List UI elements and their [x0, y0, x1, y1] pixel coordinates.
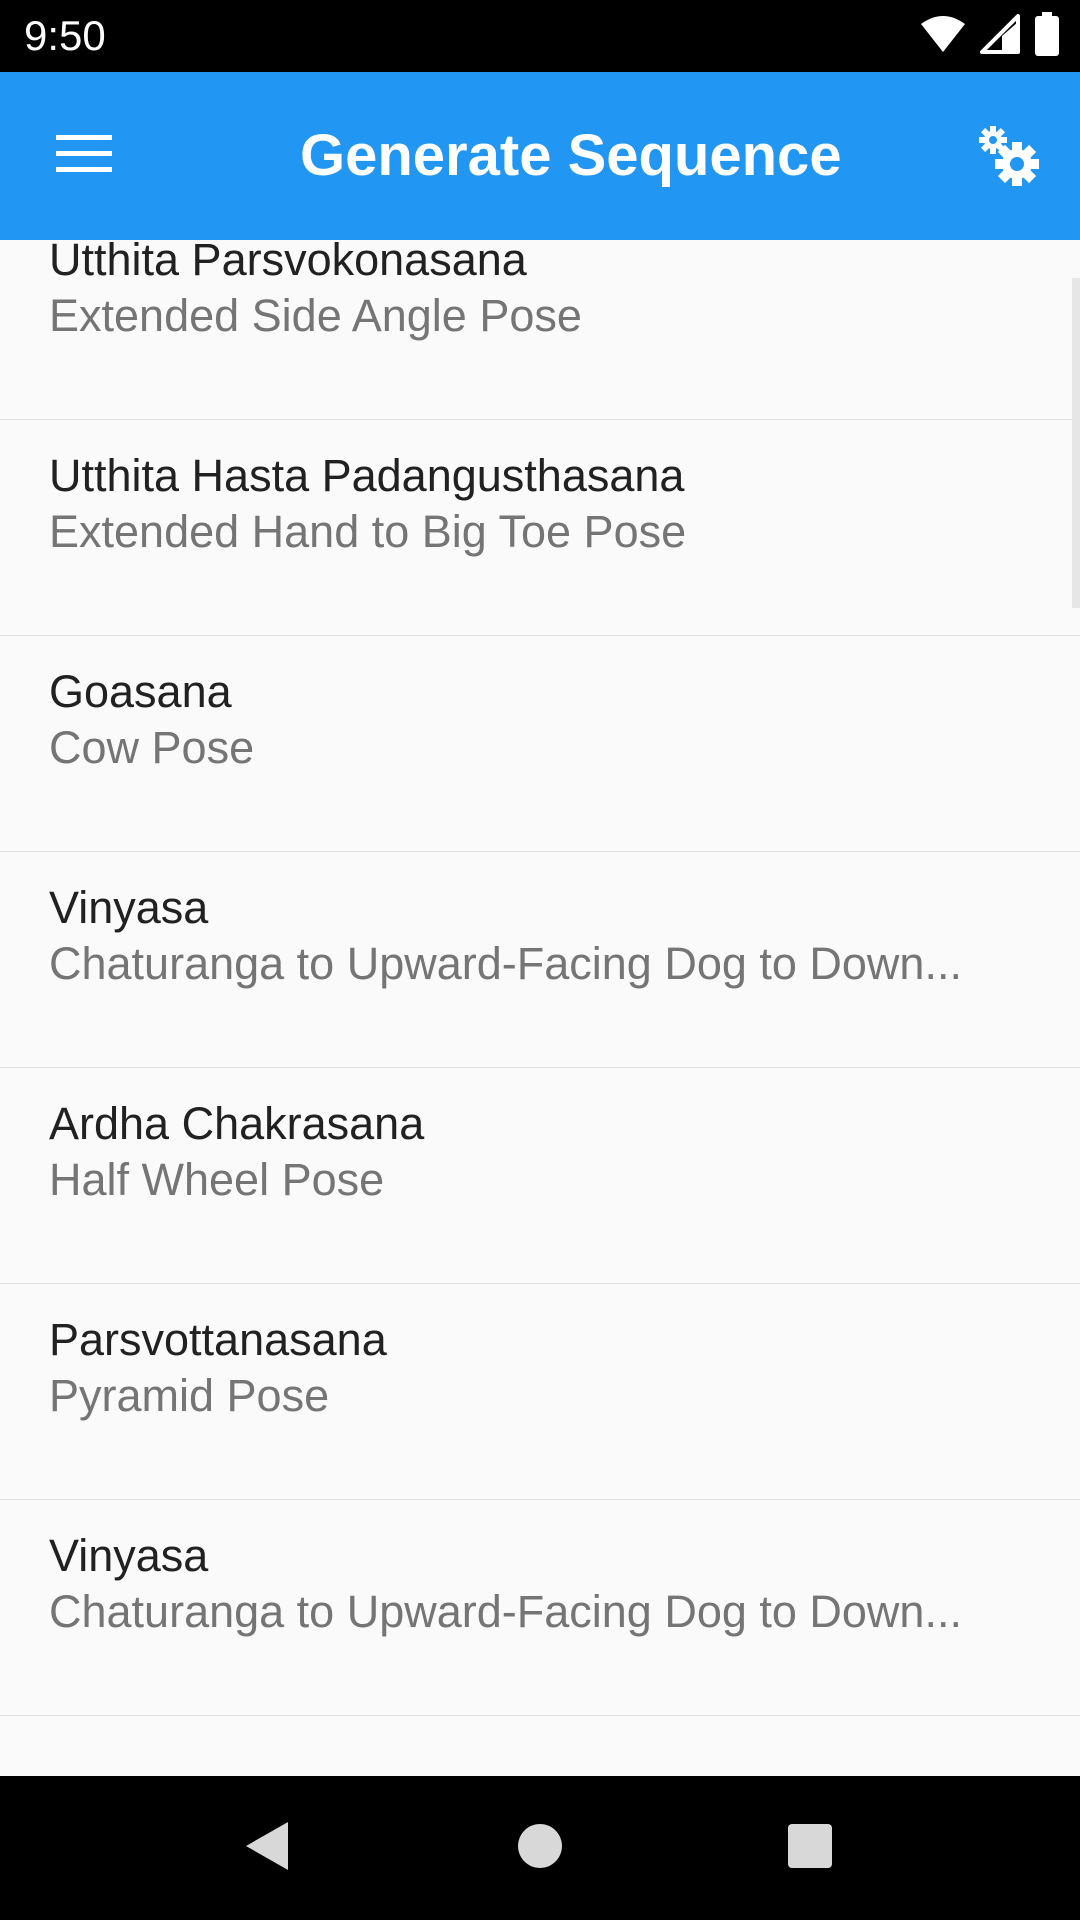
- app-title: Generate Sequence: [300, 123, 842, 188]
- list-item[interactable]: Vinyasa Chaturanga to Upward-Facing Dog …: [0, 852, 1080, 1068]
- pose-name: Utthita Parsvokonasana: [49, 240, 527, 285]
- wifi-icon: [920, 14, 966, 59]
- back-button[interactable]: [227, 1812, 307, 1884]
- pose-description: Chaturanga to Upward-Facing Dog to Down.…: [49, 1586, 962, 1637]
- pose-name: Utthita Hasta Padangusthasana: [49, 450, 685, 501]
- list-item[interactable]: Vinyasa Chaturanga to Upward-Facing Dog …: [0, 1500, 1080, 1716]
- cellular-signal-icon: [980, 13, 1020, 59]
- list-item[interactable]: Parsvottanasana Pyramid Pose: [0, 1284, 1080, 1500]
- battery-icon: [1034, 11, 1060, 61]
- list-item[interactable]: Utthita Hasta Padangusthasana Extended H…: [0, 420, 1080, 636]
- home-icon: [517, 1823, 563, 1874]
- pose-name: Parsvottanasana: [49, 1314, 387, 1365]
- settings-button[interactable]: [958, 112, 1058, 202]
- hamburger-menu-icon: [56, 133, 112, 180]
- pose-name: Goasana: [49, 666, 232, 717]
- recents-icon: [787, 1823, 833, 1874]
- scrollbar[interactable]: [1072, 278, 1080, 608]
- pose-description: Cow Pose: [49, 722, 255, 773]
- navigation-bar: [0, 1776, 1080, 1920]
- list-item[interactable]: Goasana Cow Pose: [0, 636, 1080, 852]
- status-icons: [920, 11, 1060, 61]
- menu-button[interactable]: [42, 118, 126, 194]
- pose-description: Chaturanga to Upward-Facing Dog to Down.…: [49, 938, 962, 989]
- app-bar: Generate Sequence: [0, 72, 1080, 240]
- list-item[interactable]: Ardha Chakrasana Half Wheel Pose: [0, 1068, 1080, 1284]
- status-bar: 9:50: [0, 0, 1080, 72]
- home-button[interactable]: [500, 1812, 580, 1884]
- list-item[interactable]: Utthita Parsvokonasana Extended Side Ang…: [0, 240, 1080, 420]
- pose-description: Extended Side Angle Pose: [49, 290, 582, 341]
- status-time: 9:50: [24, 12, 106, 59]
- pose-name: Vinyasa: [49, 1530, 209, 1581]
- pose-name: Ardha Chakrasana: [49, 1098, 425, 1149]
- screen: 9:50 Generate Sequence Utthita Parsvokon…: [0, 0, 1080, 1920]
- settings-gears-icon: [973, 120, 1043, 195]
- pose-description: Pyramid Pose: [49, 1370, 330, 1421]
- pose-description: Extended Hand to Big Toe Pose: [49, 506, 687, 557]
- pose-list[interactable]: Utthita Parsvokonasana Extended Side Ang…: [0, 240, 1080, 1776]
- pose-name: Vinyasa: [49, 882, 209, 933]
- back-icon: [242, 1820, 292, 1877]
- pose-description: Half Wheel Pose: [49, 1154, 385, 1205]
- recents-button[interactable]: [770, 1812, 850, 1884]
- list-item[interactable]: [0, 1716, 1080, 1776]
